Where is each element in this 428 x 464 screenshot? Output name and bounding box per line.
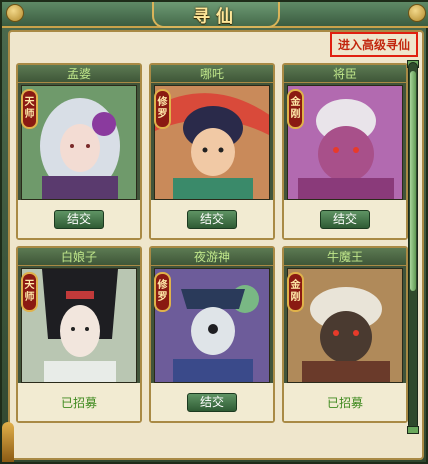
close-icon[interactable] xyxy=(408,4,426,22)
recruited-status: 已招募 xyxy=(326,395,363,410)
badge-char: 金 xyxy=(290,97,301,108)
scroll-thumb[interactable] xyxy=(410,71,416,291)
badge-char: 师 xyxy=(24,292,35,303)
badge-char: 修 xyxy=(157,280,168,291)
title-plate: 寻仙 xyxy=(152,2,280,28)
window-title: 寻仙 xyxy=(193,6,239,27)
character-portrait[interactable] xyxy=(21,85,137,200)
advanced-search-link[interactable]: 进入高级寻仙 xyxy=(329,32,418,57)
character-portrait[interactable] xyxy=(154,85,270,200)
class-badge: 金 刚 xyxy=(287,272,304,312)
card-footer: 结交 xyxy=(18,200,140,238)
corner-ornament-icon xyxy=(6,4,24,22)
character-portrait[interactable] xyxy=(21,268,137,383)
class-badge: 天 师 xyxy=(21,272,38,312)
class-badge: 天 师 xyxy=(21,89,38,129)
badge-char: 天 xyxy=(24,280,35,291)
class-badge: 修 罗 xyxy=(154,272,171,312)
recruited-status: 已招募 xyxy=(60,395,97,410)
badge-char: 修 xyxy=(157,97,168,108)
badge-char: 天 xyxy=(24,97,35,108)
card-footer: 结交 xyxy=(151,200,273,238)
card-footer: 已招募 xyxy=(18,383,140,421)
badge-char: 刚 xyxy=(290,292,301,303)
badge-char: 刚 xyxy=(290,109,301,120)
befriend-button[interactable]: 结交 xyxy=(320,209,370,229)
badge-char: 罗 xyxy=(157,292,168,303)
character-name: 将臣 xyxy=(284,65,406,83)
character-card: 夜游神 修 罗 结交 xyxy=(149,246,275,423)
badge-char: 罗 xyxy=(157,109,168,120)
character-card: 白娘子 天 师 已招募 xyxy=(16,246,142,423)
character-card: 将臣 金 刚 结交 xyxy=(282,63,408,240)
badge-char: 金 xyxy=(290,280,301,291)
character-name: 夜游神 xyxy=(151,248,273,266)
character-name: 白娘子 xyxy=(18,248,140,266)
window-frame: 寻仙 进入高级寻仙 孟婆 天 师 结交 哪吒 修 罗 结交 将臣 金 刚 结交 … xyxy=(0,0,428,464)
card-footer: 结交 xyxy=(284,200,406,238)
befriend-button[interactable]: 结交 xyxy=(187,392,237,412)
character-portrait[interactable] xyxy=(287,85,403,200)
class-badge: 金 刚 xyxy=(287,89,304,129)
character-name: 牛魔王 xyxy=(284,248,406,266)
character-card: 哪吒 修 罗 结交 xyxy=(149,63,275,240)
scrollbar[interactable] xyxy=(408,62,418,430)
class-badge: 修 罗 xyxy=(154,89,171,129)
badge-char: 师 xyxy=(24,109,35,120)
befriend-button[interactable]: 结交 xyxy=(54,209,104,229)
card-footer: 结交 xyxy=(151,383,273,421)
character-card: 孟婆 天 师 结交 xyxy=(16,63,142,240)
ornament-pillar xyxy=(2,422,14,462)
title-bar: 寻仙 xyxy=(2,2,428,28)
character-card: 牛魔王 金 刚 已招募 xyxy=(282,246,408,423)
card-footer: 已招募 xyxy=(284,383,406,421)
character-name: 哪吒 xyxy=(151,65,273,83)
character-name: 孟婆 xyxy=(18,65,140,83)
character-grid: 孟婆 天 师 结交 哪吒 修 罗 结交 将臣 金 刚 结交 白娘子 天 师 已招… xyxy=(16,63,408,456)
character-portrait[interactable] xyxy=(154,268,270,383)
character-portrait[interactable] xyxy=(287,268,403,383)
scroll-down-icon[interactable] xyxy=(407,426,419,434)
befriend-button[interactable]: 结交 xyxy=(187,209,237,229)
